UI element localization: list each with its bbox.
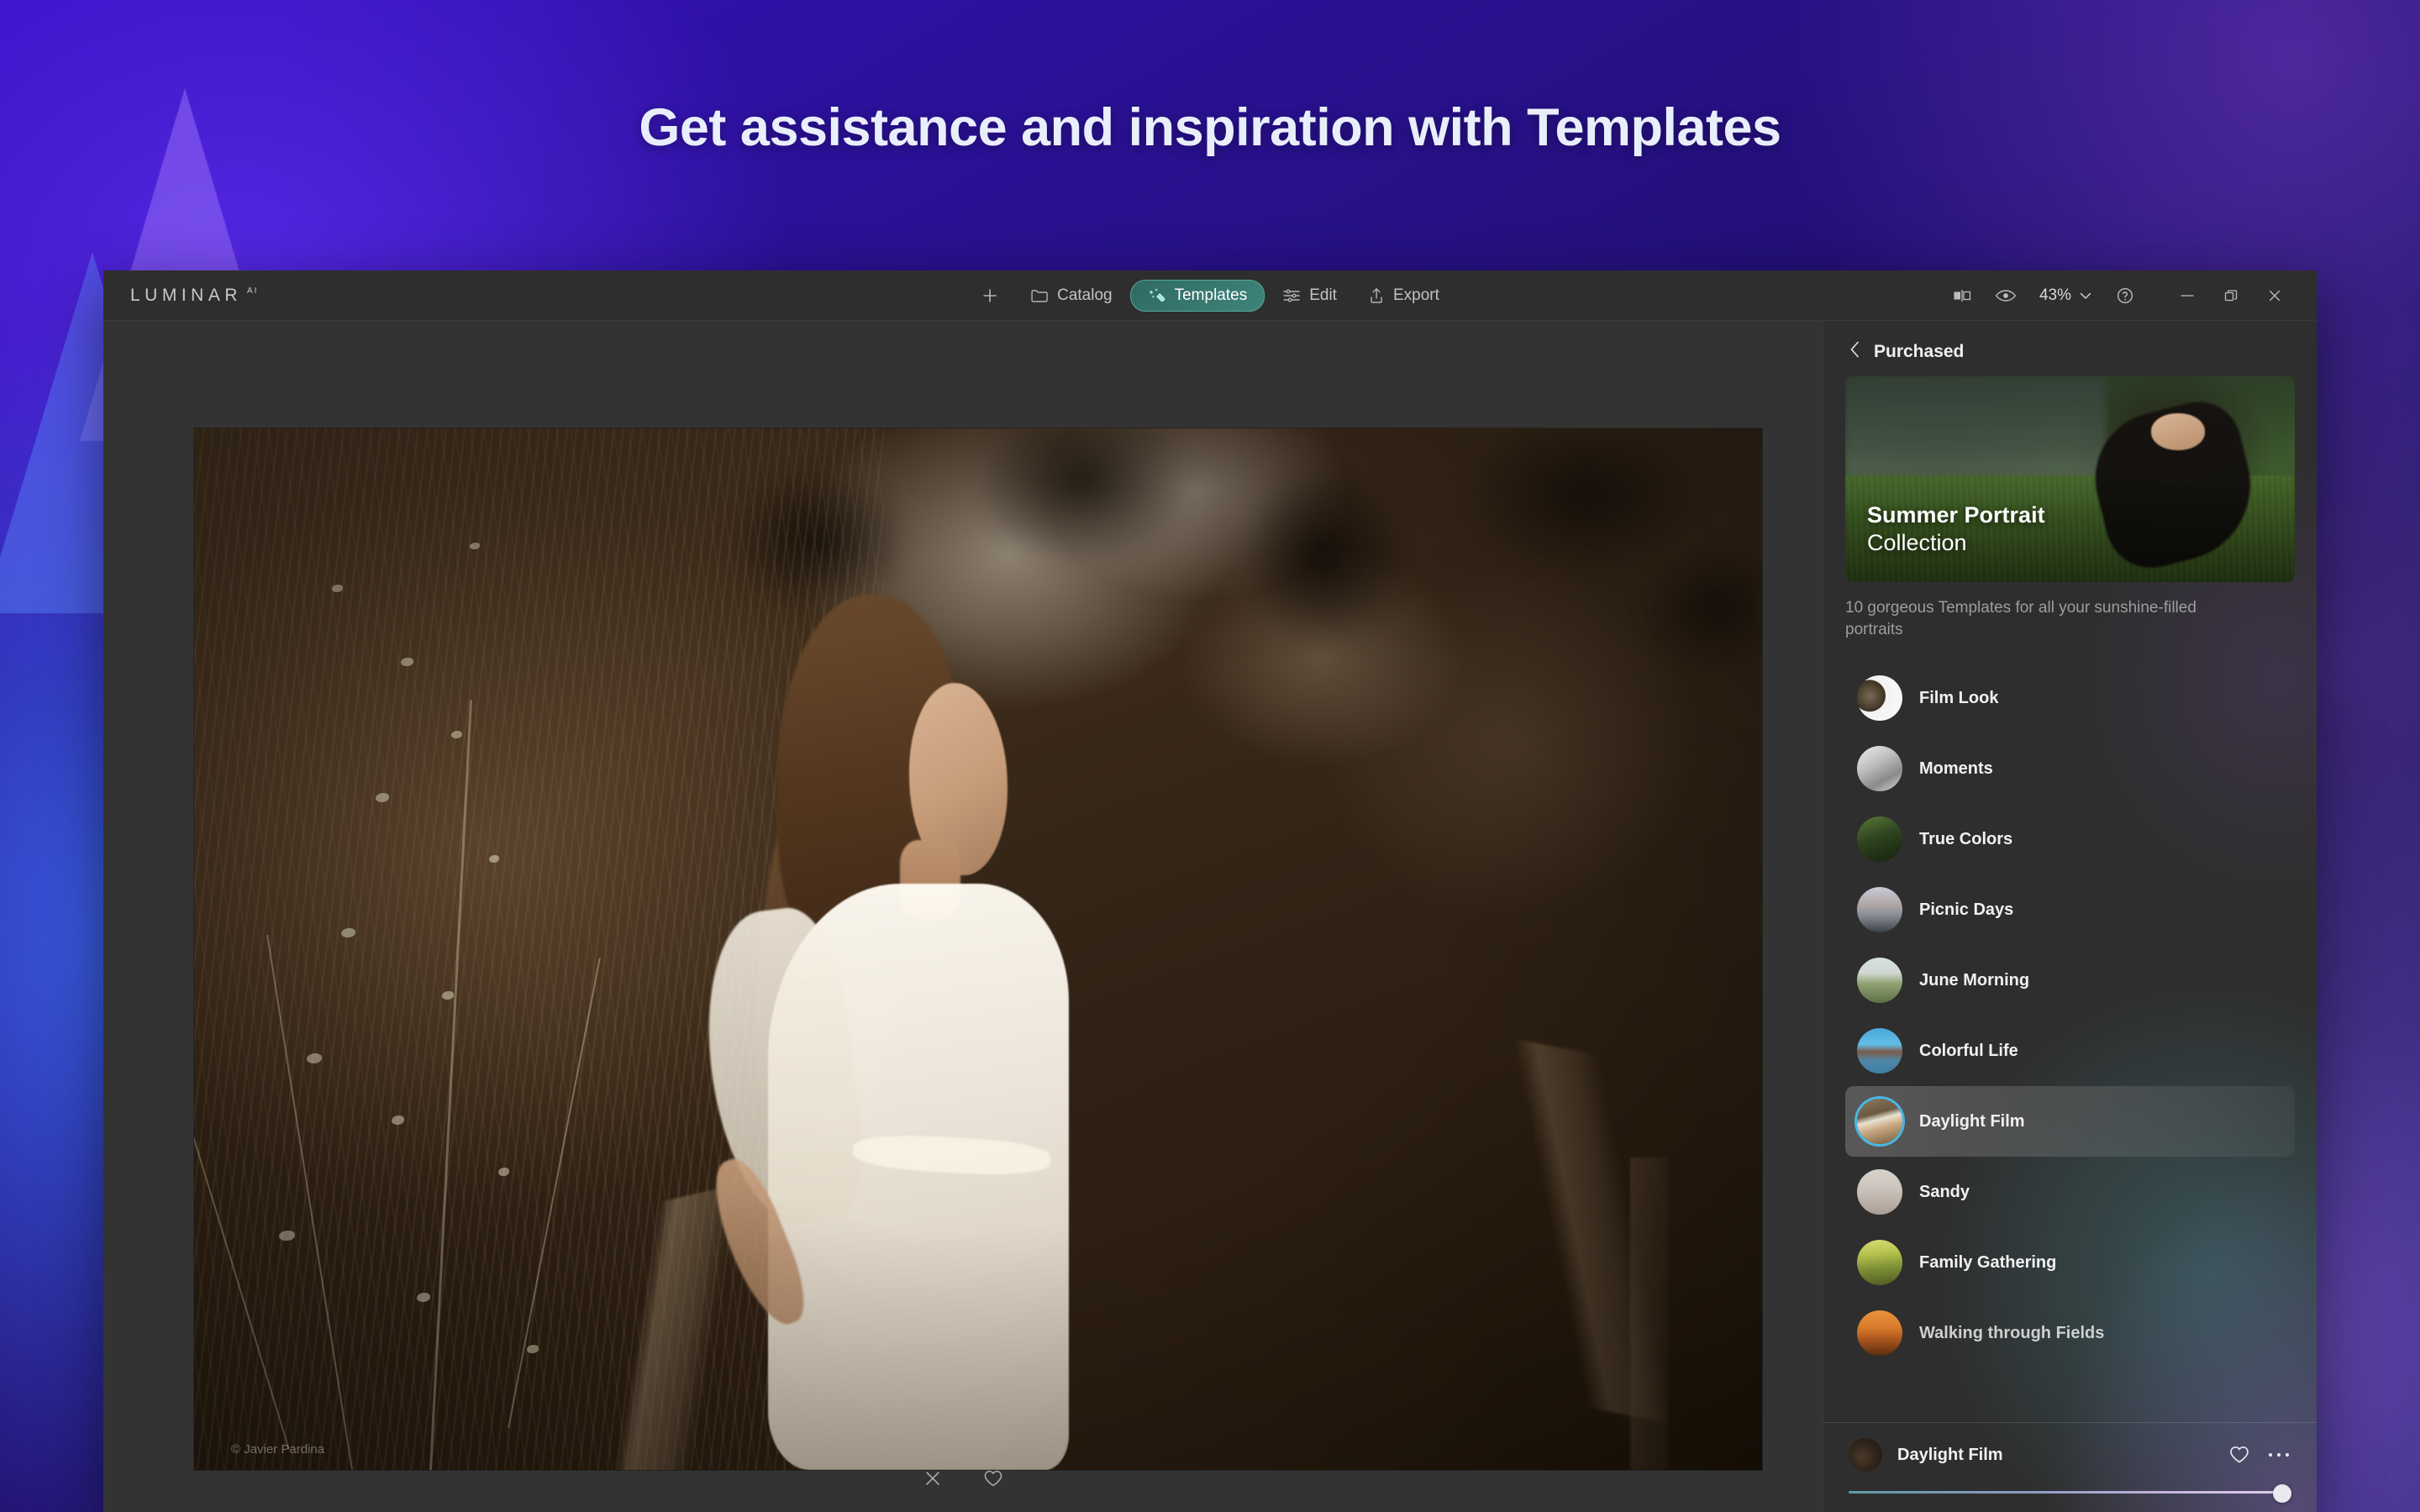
app-body: © Javier Pardina (103, 321, 2317, 1512)
template-row-sandy[interactable]: Sandy (1845, 1157, 2295, 1227)
nav-export-label: Export (1393, 286, 1439, 305)
template-label: Family Gathering (1919, 1253, 2056, 1273)
chevron-left-icon (1849, 339, 1862, 365)
template-thumbnail (1857, 816, 1902, 862)
applied-template-thumbnail (1849, 1438, 1882, 1472)
template-label: Daylight Film (1919, 1112, 2025, 1131)
nav-templates[interactable]: Templates (1130, 280, 1265, 312)
template-amount-slider[interactable]: 100 (1849, 1485, 2291, 1500)
template-list: Film Look Moments True Colors Picnic Day… (1845, 663, 2295, 1368)
photo-credit: © Javier Pardina (231, 1442, 324, 1457)
template-thumbnail (1857, 1310, 1902, 1356)
minimize-icon[interactable] (2165, 279, 2209, 312)
nav-edit-label: Edit (1309, 286, 1337, 305)
magic-wand-icon (1148, 286, 1166, 305)
collection-title-line2: Collection (1867, 529, 2273, 557)
applied-template-name: Daylight Film (1897, 1446, 2212, 1465)
template-label: Film Look (1919, 689, 1998, 708)
nav-export[interactable]: Export (1355, 280, 1453, 312)
template-label: June Morning (1919, 971, 2029, 990)
templates-sidebar: Purchased Summer Portrait Collection 10 … (1823, 321, 2317, 1512)
template-row-daylight-film[interactable]: Daylight Film (1845, 1086, 2295, 1157)
template-row-true-colors[interactable]: True Colors (1845, 804, 2295, 874)
template-label: Picnic Days (1919, 900, 2013, 920)
plus-icon (981, 286, 999, 305)
app-logo-text: LUMINAR (130, 286, 242, 306)
template-label: Sandy (1919, 1183, 1970, 1202)
sliders-icon (1282, 287, 1301, 304)
compare-split-icon[interactable] (1940, 279, 1984, 312)
slider-knob[interactable] (2273, 1484, 2291, 1503)
template-row-colorful-life[interactable]: Colorful Life (1845, 1016, 2295, 1086)
zoom-level-value: 43% (2039, 286, 2071, 305)
main-navigation: Catalog Templates (967, 280, 1453, 312)
applied-template-row: Daylight Film (1849, 1438, 2291, 1472)
window-controls: 43% (1940, 279, 2296, 312)
template-thumbnail (1857, 675, 1902, 721)
app-logo-superscript: AI (247, 286, 258, 296)
more-horizontal-icon[interactable] (2266, 1451, 2291, 1459)
template-row-walking-through-fields[interactable]: Walking through Fields (1845, 1298, 2295, 1368)
sidebar-title: Purchased (1874, 342, 1964, 362)
template-row-film-look[interactable]: Film Look (1845, 663, 2295, 733)
photo-canvas[interactable]: © Javier Pardina (103, 321, 1823, 1512)
promo-headline: Get assistance and inspiration with Temp… (0, 97, 2420, 158)
nav-catalog-label: Catalog (1057, 286, 1113, 305)
sidebar-header-back[interactable]: Purchased (1823, 321, 2317, 376)
close-icon[interactable] (2253, 279, 2296, 312)
photo-vignette (194, 428, 1762, 1470)
collection-description: 10 gorgeous Templates for all your sunsh… (1845, 597, 2207, 641)
reject-icon[interactable] (919, 1465, 946, 1492)
template-thumbnail (1857, 1240, 1902, 1285)
app-titlebar: LUMINAR AI Catalog (103, 270, 2317, 321)
edited-photo[interactable]: © Javier Pardina (194, 428, 1762, 1470)
nav-edit[interactable]: Edit (1269, 280, 1350, 312)
collection-title-line1: Summer Portrait (1867, 501, 2273, 529)
nav-catalog[interactable]: Catalog (1017, 280, 1126, 312)
chevron-down-icon (2080, 286, 2091, 305)
canvas-action-bar (919, 1465, 1007, 1492)
share-icon (1368, 286, 1385, 305)
eye-icon[interactable] (1984, 279, 2028, 312)
restore-icon[interactable] (2209, 279, 2253, 312)
slider-track (1849, 1491, 2291, 1494)
folder-icon (1030, 287, 1049, 304)
template-label: Colorful Life (1919, 1042, 2018, 1061)
question-circle-icon[interactable] (2103, 279, 2147, 312)
app-logo: LUMINAR AI (130, 286, 258, 306)
template-thumbnail (1857, 1169, 1902, 1215)
zoom-level-selector[interactable]: 43% (2028, 286, 2103, 305)
template-thumbnail (1857, 746, 1902, 791)
template-label: Moments (1919, 759, 1993, 779)
template-label: Walking through Fields (1919, 1324, 2104, 1343)
template-row-picnic-days[interactable]: Picnic Days (1845, 874, 2295, 945)
template-thumbnail-selected (1857, 1099, 1902, 1144)
favorite-icon[interactable] (980, 1465, 1007, 1492)
template-row-family-gathering[interactable]: Family Gathering (1845, 1227, 2295, 1298)
collection-cover-card[interactable]: Summer Portrait Collection (1845, 376, 2295, 582)
template-row-june-morning[interactable]: June Morning (1845, 945, 2295, 1016)
heart-icon[interactable] (2228, 1444, 2251, 1466)
sidebar-scroll-area[interactable]: Summer Portrait Collection 10 gorgeous T… (1823, 376, 2317, 1422)
template-thumbnail (1857, 887, 1902, 932)
collection-title: Summer Portrait Collection (1867, 501, 2273, 557)
template-thumbnail (1857, 958, 1902, 1003)
add-photos-button[interactable] (967, 280, 1013, 312)
nav-templates-label: Templates (1175, 286, 1248, 305)
template-label: True Colors (1919, 830, 2012, 849)
applied-template-footer: Daylight Film 100 (1823, 1422, 2317, 1512)
template-thumbnail (1857, 1028, 1902, 1074)
template-row-moments[interactable]: Moments (1845, 733, 2295, 804)
luminar-app-window: LUMINAR AI Catalog (103, 270, 2317, 1512)
